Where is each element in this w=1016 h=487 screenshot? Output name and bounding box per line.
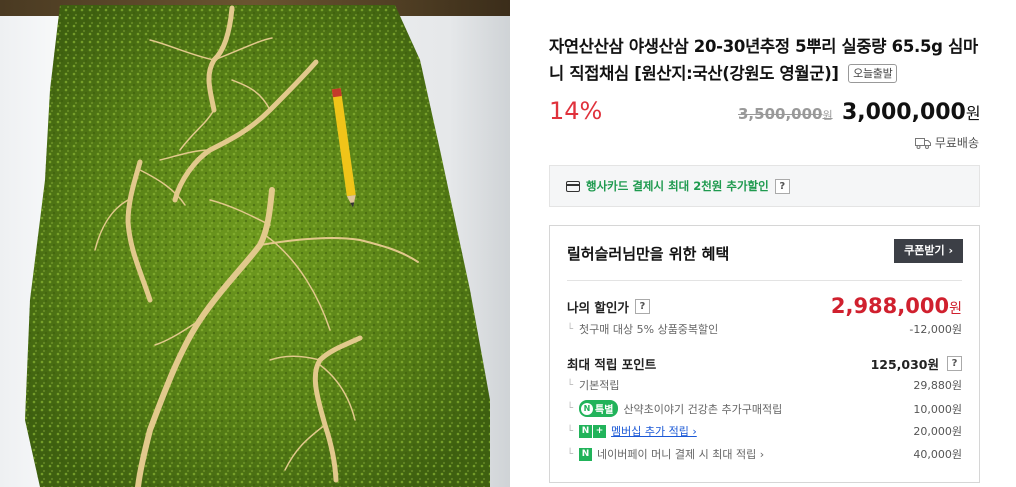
indent-mark-icon: └ [567,403,574,414]
my-price-row: 나의 할인가 ? 2,988,000원 [567,294,962,318]
special-badge: N 특별 [579,400,619,417]
points-basic-label: 기본적립 [579,379,620,392]
points-subrow-npay: └ N 네이버페이 머니 결제 시 최대 적립 › 40,000원 [567,446,962,462]
naver-pay-icon: N [581,402,594,415]
card-icon [566,180,580,192]
get-coupon-button[interactable]: 쿠폰받기 › [894,239,963,263]
sale-price: 3,000,000원 [842,100,981,125]
product-title-text: 자연산산삼 야생산삼 20-30년추정 5뿌리 실중량 65.5g 심마니 직접… [549,37,978,83]
points-npay-value: 40,000원 [913,448,962,461]
original-price-unit: 원 [822,109,833,122]
naver-plus-icon: N [579,424,593,438]
sale-price-unit: 원 [965,104,981,123]
first-buy-value: -12,000원 [909,323,962,336]
original-price-value: 3,500,000 [738,105,823,123]
points-value: 125,030원 [870,357,939,372]
benefit-header: 릴허슬러님만을 위한 혜택 [567,245,730,263]
points-special-value: 10,000원 [913,402,962,416]
card-discount-text: 행사카드 결제시 최대 2천원 추가할인 [586,179,769,193]
points-row: 최대 적립 포인트 125,030원 ? [567,354,962,373]
indent-mark-icon: └ [567,425,574,437]
my-price-value: 2,988,000 [830,294,950,318]
my-price-unit: 원 [949,301,962,317]
points-subrow-membership: └ N + 멤버십 추가 적립 › 20,000원 [567,423,962,439]
card-discount-help-icon[interactable]: ? [774,178,790,194]
points-help-icon[interactable]: ? [947,356,962,371]
indent-mark-icon: └ [567,323,574,335]
my-price: 2,988,000원 [831,294,962,318]
ginseng-photo [25,5,490,487]
member-benefit-box: 릴허슬러님만을 위한 혜택 쿠폰받기 › 나의 할인가 ? 2,988,000원… [549,225,980,483]
points-subrow-special: └ N 특별 산약초이야기 건강촌 추가구매적립 10,000원 [567,400,962,417]
first-buy-row: └ 첫구매 대상 5% 상품중복할인 -12,000원 [567,321,962,337]
today-ship-badge: 오늘출발 [848,64,898,83]
first-buy-label: 첫구매 대상 5% 상품중복할인 [579,323,719,336]
product-title: 자연산산삼 야생산삼 20-30년추정 5뿌리 실중량 65.5g 심마니 직접… [549,33,989,87]
discount-rate: 14% [549,97,603,125]
my-price-label-wrap: 나의 할인가 ? [567,297,650,316]
points-membership-value: 20,000원 [913,425,962,438]
indent-mark-icon: └ [567,448,574,460]
special-badge-label: 특별 [595,405,614,416]
shipping-info: 무료배송 [914,134,979,151]
product-image[interactable] [0,0,510,487]
points-special-label: 산약초이야기 건강촌 추가구매적립 [623,402,783,416]
points-value-wrap: 125,030원 ? [871,354,962,373]
benefit-divider [567,280,962,281]
npay-money-link[interactable]: 네이버페이 머니 결제 시 최대 적립 › [597,446,764,462]
my-price-help-icon[interactable]: ? [634,298,650,314]
points-subrow-basic: └ 기본적립 29,880원 [567,377,962,393]
points-basic-value: 29,880원 [913,379,962,392]
original-price: 3,500,000원 [738,105,833,123]
indent-mark-icon: └ [567,379,574,391]
my-price-label: 나의 할인가 [567,299,629,315]
sale-price-value: 3,000,000 [842,100,966,125]
plus-icon: + [593,424,607,438]
naver-pay-money-icon: N [579,447,593,461]
membership-link[interactable]: 멤버십 추가 적립 › [611,423,697,439]
points-label: 최대 적립 포인트 [567,357,657,372]
truck-icon [914,137,931,149]
card-discount-banner[interactable]: 행사카드 결제시 최대 2천원 추가할인 ? [549,165,980,207]
shipping-text: 무료배송 [934,136,979,150]
